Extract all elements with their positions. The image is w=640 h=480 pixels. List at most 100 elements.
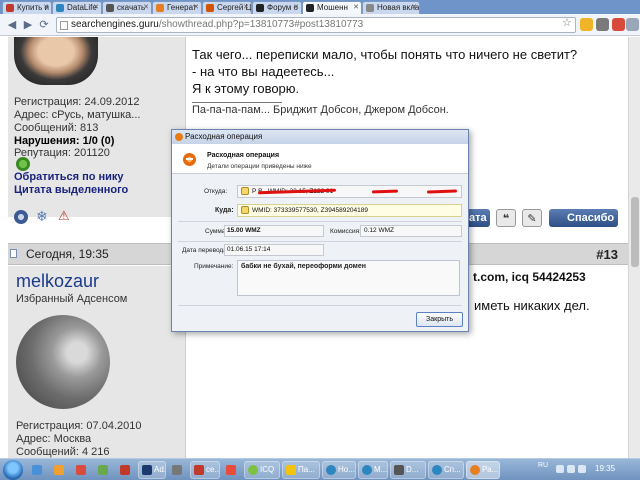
tab-favicon-icon	[56, 4, 64, 12]
from-label: Откуда:	[204, 188, 228, 195]
browser-tab[interactable]: Новая вкла ✕	[362, 1, 420, 14]
thanks-button[interactable]: Спасибо	[549, 209, 619, 227]
username-link[interactable]: melkozaur	[16, 271, 99, 292]
taskbar-item[interactable]	[72, 461, 92, 479]
to-value: WMID: 373339577530, Z394589204189	[252, 207, 369, 214]
taskbar-item[interactable]	[28, 461, 48, 479]
note-label: Примечание:	[194, 263, 234, 270]
user-messages: Сообщений: 813	[14, 122, 99, 134]
taskbar-item[interactable]	[116, 461, 136, 479]
browser-tab[interactable]: Купить и ✕	[2, 1, 52, 14]
taskbar-item[interactable]	[50, 461, 70, 479]
dialog-header: Расходная операция Детали операции приве…	[172, 144, 468, 174]
note-field: бабки не бухай, переоформи домен	[237, 260, 460, 296]
menu-icon[interactable]	[626, 18, 639, 31]
close-tab-icon[interactable]: ✕	[243, 2, 249, 14]
signature-divider	[192, 102, 282, 103]
snowflake-icon[interactable]: ❄	[36, 209, 50, 223]
post-text-line: t.com, icq 54424253	[473, 270, 586, 284]
divider	[178, 305, 462, 306]
user-violations: Нарушения: 1/0 (0)	[14, 135, 115, 147]
app-icon	[172, 465, 182, 475]
clock[interactable]: 19:35	[595, 464, 615, 473]
taskbar-item[interactable]: се...	[190, 461, 220, 479]
taskbar-item[interactable]: Но...	[322, 461, 356, 479]
app-icon	[142, 465, 152, 475]
post-text-line: - на что вы надеетесь...	[192, 64, 335, 79]
vertical-scrollbar[interactable]	[628, 37, 640, 458]
extension-icon[interactable]	[596, 18, 609, 31]
extension-icon[interactable]	[612, 18, 625, 31]
tab-favicon-icon	[6, 4, 14, 12]
chrome-icon	[326, 465, 336, 475]
dialog-heading: Расходная операция	[207, 152, 280, 159]
address-bar[interactable]: searchengines.guru/showthread.php?p=1381…	[56, 17, 576, 33]
browser-tab[interactable]: Сергей Ц ✕	[202, 1, 252, 14]
user-reg-date: Регистрация: 24.09.2012	[14, 96, 140, 108]
close-tab-icon[interactable]: ✕	[143, 2, 149, 14]
taskbar-item[interactable]	[222, 461, 242, 479]
bookmark-star-icon[interactable]: ☆	[562, 16, 572, 29]
tray-icon[interactable]	[578, 465, 586, 473]
user-reg-date: Регистрация: 07.04.2010	[16, 420, 142, 432]
taskbar-item-active[interactable]: Ра...	[466, 461, 500, 479]
close-tab-icon[interactable]: ✕	[93, 2, 99, 14]
browser-tab[interactable]: Форум о ✕	[252, 1, 302, 14]
extension-icon[interactable]	[580, 18, 593, 31]
user-address: Адрес: Москва	[16, 433, 92, 445]
edit-icon[interactable]: ✎	[522, 209, 542, 227]
app-icon	[98, 465, 108, 475]
amount-value: 15.00 WMZ	[227, 227, 261, 234]
taskbar-item[interactable]: ICQ	[244, 461, 280, 479]
post-date: Сегодня, 19:35	[26, 247, 109, 261]
taskbar-item[interactable]: Ad...	[138, 461, 166, 479]
multiquote-icon[interactable]: ❝	[496, 209, 516, 227]
taskbar-item[interactable]	[94, 461, 114, 479]
close-tab-icon[interactable]: ✕	[43, 2, 49, 14]
user-reputation: Репутация: 201120	[14, 147, 110, 159]
taskbar-item[interactable]: Сп...	[428, 461, 464, 479]
close-tab-icon[interactable]: ✕	[353, 2, 359, 14]
online-status-icon	[14, 210, 28, 224]
taskbar: Ad... се... ICQ Па... Но... М... D... Сп…	[0, 458, 640, 480]
report-warning-icon[interactable]: ⚠	[58, 209, 72, 223]
divider	[178, 241, 462, 242]
taskbar-item[interactable]: D...	[390, 461, 426, 479]
browser-tab[interactable]: Генерат ✕	[152, 1, 202, 14]
tray-icon[interactable]	[567, 465, 575, 473]
post-number[interactable]: #13	[596, 247, 618, 262]
scrollbar-thumb[interactable]	[631, 197, 639, 267]
browser-tab-active[interactable]: Мошенн ✕	[302, 1, 362, 14]
forward-icon[interactable]: ▶	[20, 17, 36, 33]
browser-toolbar: ◀ ▶ ⟳ searchengines.guru/showthread.php?…	[0, 14, 640, 36]
tray-icon[interactable]	[556, 465, 564, 473]
avatar[interactable]	[16, 315, 110, 409]
close-tab-icon[interactable]: ✕	[193, 2, 199, 14]
window-controls[interactable]	[600, 0, 640, 14]
taskbar-item[interactable]: М...	[358, 461, 388, 479]
tab-favicon-icon	[206, 4, 214, 12]
post-text-line: иметь никаких дел.	[474, 298, 590, 313]
browser-tab[interactable]: DataLife ✕	[52, 1, 102, 14]
browser-tab[interactable]: скачать ✕	[102, 1, 152, 14]
app-icon	[120, 465, 130, 475]
back-icon[interactable]: ◀	[4, 17, 20, 33]
quote-selected-link[interactable]: Цитата выделенного	[14, 184, 128, 196]
chrome-icon	[362, 465, 372, 475]
post-icon	[10, 249, 17, 258]
reload-icon[interactable]: ⟳	[36, 17, 52, 33]
icq-icon	[248, 465, 258, 475]
close-tab-icon[interactable]: ✕	[411, 2, 417, 14]
page-icon	[60, 21, 68, 30]
quote-button[interactable]: ата	[466, 209, 490, 227]
webmoney-icon	[175, 133, 183, 141]
dialog-titlebar[interactable]: Расходная операция	[172, 130, 468, 144]
taskbar-item[interactable]: Па...	[282, 461, 320, 479]
avatar[interactable]	[14, 37, 98, 85]
close-button[interactable]: Закрыть	[416, 312, 463, 327]
taskbar-item[interactable]	[168, 461, 188, 479]
close-tab-icon[interactable]: ✕	[293, 2, 299, 14]
address-by-nick-link[interactable]: Обратиться по нику	[14, 171, 124, 183]
start-button-icon[interactable]	[3, 460, 23, 480]
language-indicator[interactable]: RU	[538, 462, 548, 469]
